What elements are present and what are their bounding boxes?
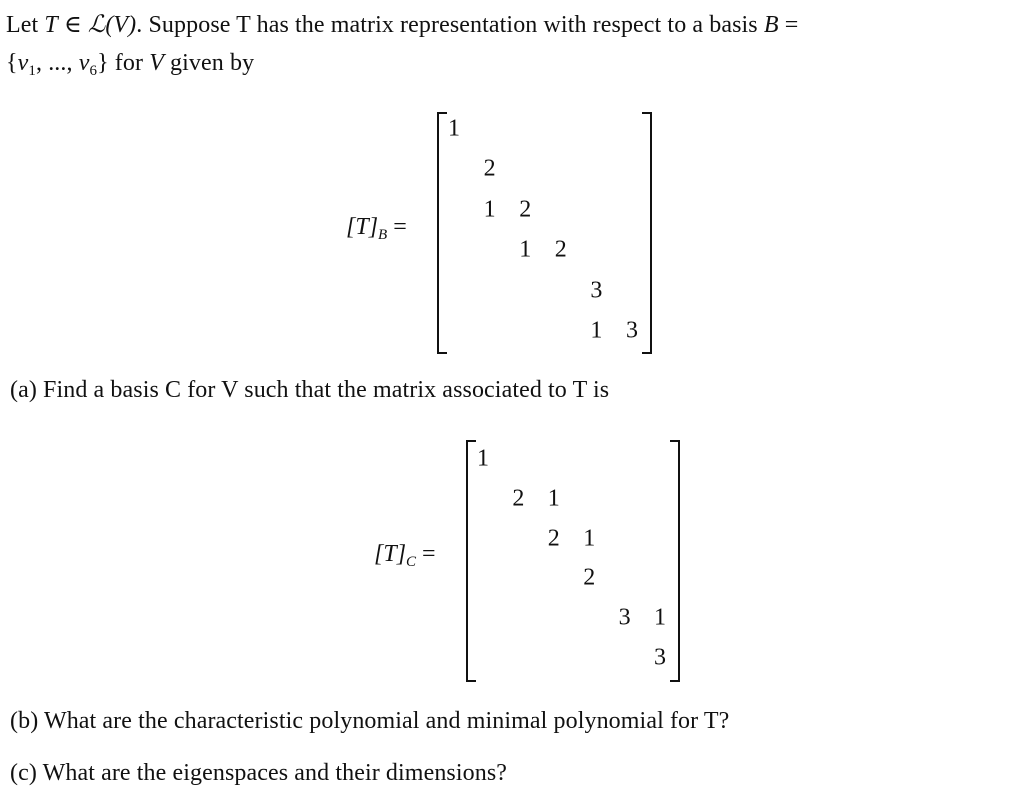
symbol-B: B bbox=[763, 12, 779, 38]
symbol-L-V: ℒ bbox=[87, 10, 106, 38]
symbol-T: T bbox=[44, 12, 58, 38]
matrix-entry-r2-c2: 2 bbox=[512, 485, 525, 512]
matrix-B-right-bracket bbox=[642, 112, 652, 354]
matrix-C-lhs: [T]C = bbox=[374, 541, 436, 571]
intro-line-2: {v1, ..., v6} for V given by bbox=[6, 50, 254, 80]
lhs-T: [T] bbox=[346, 214, 379, 240]
lhs-T: [T] bbox=[374, 541, 407, 567]
matrix-entry-r4-c4: 2 bbox=[583, 564, 596, 591]
subscript-6: 6 bbox=[89, 63, 98, 79]
part-a: (a) Find a basis C for V such that the m… bbox=[10, 377, 610, 403]
text-for: for bbox=[108, 50, 150, 76]
matrix-entry-r3-c4: 1 bbox=[583, 525, 596, 552]
subscript-1: 1 bbox=[28, 63, 36, 79]
text-given-by: given by bbox=[163, 50, 255, 76]
matrix-C-left-bracket bbox=[466, 440, 476, 682]
part-c: (c) What are the eigenspaces and their d… bbox=[10, 760, 508, 786]
lhs-subscript-B: B bbox=[378, 227, 388, 243]
matrix-entry-r5-c5: 3 bbox=[590, 277, 603, 304]
matrix-entry-r6-c5: 1 bbox=[590, 317, 603, 344]
brace-open: { bbox=[6, 50, 18, 76]
intro-line-1: Let T ∈ ℒ(V). Suppose T has the matrix r… bbox=[6, 10, 798, 39]
matrix-entry-r4-c3: 1 bbox=[519, 236, 532, 263]
matrix-entry-r4-c4: 2 bbox=[554, 236, 567, 263]
matrix-C-right-bracket bbox=[670, 440, 680, 682]
matrix-B-left-bracket bbox=[437, 112, 447, 354]
text-let: Let bbox=[6, 12, 45, 38]
matrix-entry-r1-c1: 1 bbox=[448, 115, 460, 142]
lhs-equals: = bbox=[416, 541, 436, 567]
matrix-B-lhs: [T]B = bbox=[346, 214, 407, 244]
matrix-entry-r2-c2: 2 bbox=[483, 155, 496, 182]
matrix-entry-r3-c3: 2 bbox=[547, 525, 560, 552]
text-suppose: . Suppose T has the matrix representatio… bbox=[136, 12, 764, 38]
symbol-v1: v bbox=[17, 50, 29, 76]
matrix-entry-r5-c6: 1 bbox=[654, 604, 666, 631]
matrix-entry-r3-c2: 1 bbox=[483, 196, 496, 223]
matrix-entry-r3-c3: 2 bbox=[519, 196, 532, 223]
lhs-subscript-C: C bbox=[406, 554, 417, 570]
symbol-V-paren: (V) bbox=[105, 12, 137, 38]
ellipsis: , ..., bbox=[36, 50, 79, 76]
symbol-in: ∈ bbox=[57, 12, 88, 38]
matrix-entry-r6-c6: 3 bbox=[654, 644, 666, 671]
lhs-equals: = bbox=[387, 214, 407, 240]
matrix-entry-r5-c5: 3 bbox=[618, 604, 631, 631]
brace-close: } bbox=[97, 50, 109, 76]
part-b: (b) What are the characteristic polynomi… bbox=[10, 708, 730, 734]
symbol-equals: = bbox=[778, 12, 799, 38]
matrix-entry-r1-c1: 1 bbox=[477, 445, 489, 472]
matrix-entry-r2-c3: 1 bbox=[547, 485, 560, 512]
matrix-entry-r6-c6: 3 bbox=[626, 317, 638, 344]
symbol-V: V bbox=[149, 50, 164, 76]
symbol-v6: v bbox=[78, 50, 90, 76]
